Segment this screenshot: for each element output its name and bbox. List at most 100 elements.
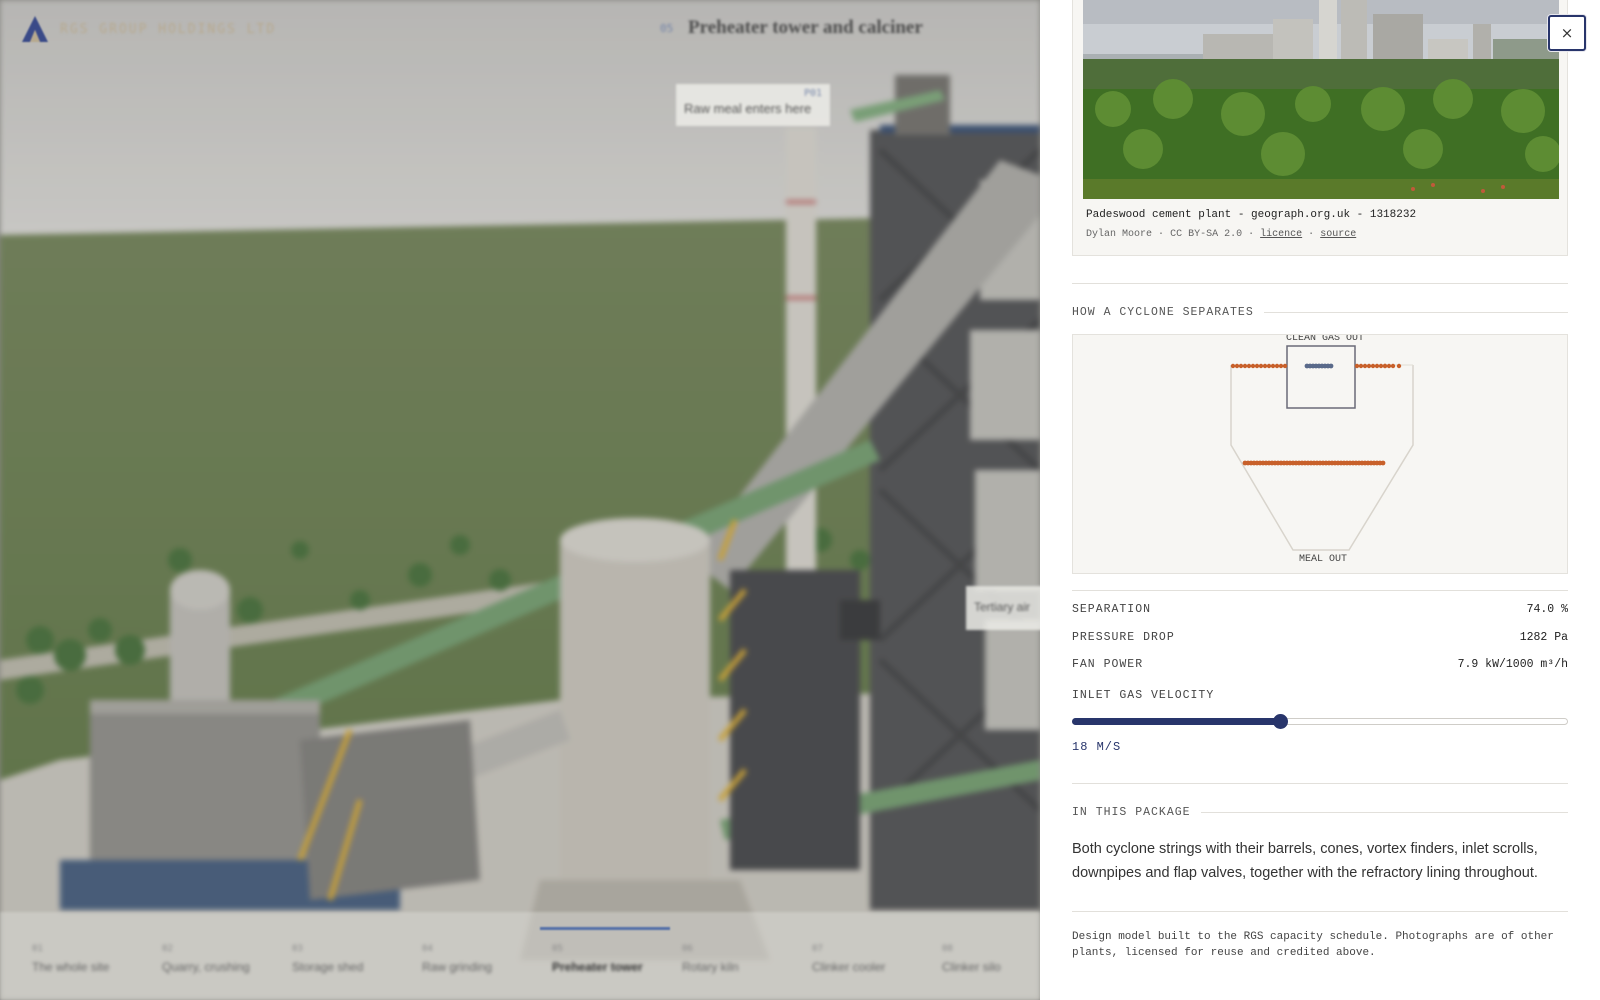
metric-value: 74.0 %: [1526, 603, 1568, 616]
source-link[interactable]: source: [1320, 229, 1356, 240]
metric-label: SEPARATION: [1072, 603, 1152, 616]
particle: [1262, 363, 1268, 369]
nav-label: The whole site: [32, 960, 110, 974]
divider: [1072, 590, 1568, 591]
scene-dim-overlay: [0, 0, 1040, 1000]
photo-caption: Padeswood cement plant - geograph.org.uk…: [1086, 209, 1417, 221]
particle: [1266, 363, 1272, 369]
nav-number: 01: [32, 944, 43, 954]
photo-license: CC BY-SA 2.0: [1170, 229, 1243, 240]
particle: [1396, 363, 1402, 369]
licence-link[interactable]: licence: [1260, 229, 1302, 240]
nav-label: Clinker cooler: [812, 960, 886, 974]
slider-thumb[interactable]: [1273, 714, 1289, 729]
detail-panel: Padeswood cement plant - geograph.org.uk…: [1040, 0, 1600, 1000]
nav-number: 05: [552, 944, 563, 954]
nav-item-raw-grinding[interactable]: 04 Raw grinding: [422, 944, 550, 974]
cyclone-diagram-svg: CLEAN GAS OUT MEAL OUT: [1230, 335, 1414, 565]
nav-label: Quarry, crushing: [162, 960, 250, 974]
particle: [1366, 363, 1372, 369]
nav-item-storage-shed[interactable]: 03 Storage shed: [292, 944, 420, 974]
nav-number: 07: [812, 944, 823, 954]
nav-item-clinker-cooler[interactable]: 07 Clinker cooler: [812, 944, 940, 974]
nav-number: 03: [292, 944, 303, 954]
particle: [1238, 363, 1244, 369]
velocity-value: 18 M/S: [1072, 740, 1122, 754]
package-description: Both cyclone strings with their barrels,…: [1072, 841, 1538, 881]
photo-credit: Dylan Moore · CC BY-SA 2.0 · licence · s…: [1086, 229, 1357, 240]
particle: [1230, 363, 1236, 369]
particle: [1374, 363, 1380, 369]
brand-name: RGS GROUP HOLDINGS LTD: [60, 21, 277, 37]
nav-number: 06: [682, 944, 693, 954]
divider: [1072, 283, 1568, 284]
package-section-heading: IN THIS PACKAGE: [1072, 806, 1568, 819]
particle: [1258, 363, 1264, 369]
nav-label: Preheater tower: [552, 960, 643, 974]
vortex-finder: [1286, 345, 1356, 409]
metric-pressure-drop: PRESSURE DROP 1282 Pa: [1072, 631, 1568, 644]
callout-tertiary-air[interactable]: Tertiary air: [966, 586, 1040, 630]
particle: [1234, 363, 1240, 369]
metric-label: PRESSURE DROP: [1072, 631, 1175, 644]
close-button[interactable]: ×: [1548, 15, 1586, 51]
nav-number: 02: [162, 944, 173, 954]
particle: [1362, 363, 1368, 369]
metric-label: FAN POWER: [1072, 658, 1144, 671]
nav-label: Raw grinding: [422, 960, 493, 974]
photo-card: Padeswood cement plant - geograph.org.uk…: [1072, 0, 1568, 256]
particle: [1246, 363, 1252, 369]
particle: [1378, 363, 1384, 369]
particle: [1242, 363, 1248, 369]
active-section-indicator: [540, 927, 670, 930]
particle: [1278, 363, 1284, 369]
photo-author: Dylan Moore: [1086, 229, 1153, 240]
particle: [1282, 363, 1288, 369]
nav-item-preheater-tower[interactable]: 05 Preheater tower: [552, 944, 680, 974]
nav-item-quarry[interactable]: 02 Quarry, crushing: [162, 944, 290, 974]
nav-number: 04: [422, 944, 433, 954]
cyclone-section-heading: HOW A CYCLONE SEPARATES: [1072, 306, 1568, 319]
metric-value: 1282 Pa: [1519, 631, 1568, 644]
callout-raw-meal[interactable]: P01 Raw meal enters here: [676, 84, 830, 126]
particle: [1328, 363, 1334, 369]
metric-separation: SEPARATION 74.0 %: [1072, 603, 1568, 616]
callout-number: P01: [803, 88, 822, 99]
callout-text: Raw meal enters here: [684, 101, 812, 116]
particle: [1254, 363, 1260, 369]
cement-plant-photo: [1083, 0, 1559, 199]
slider-fill: [1072, 718, 1281, 725]
particle: [1274, 363, 1280, 369]
metric-fan-power: FAN POWER 7.9 kW/1000 m³/h: [1072, 658, 1568, 671]
particle: [1358, 363, 1364, 369]
nav-item-whole-site[interactable]: 01 The whole site: [32, 944, 160, 974]
section-number: 05: [660, 22, 674, 35]
clean-gas-out-label: CLEAN GAS OUT: [1286, 335, 1364, 344]
nav-item-rotary-kiln[interactable]: 06 Rotary kiln: [682, 944, 810, 974]
meal-out-label: MEAL OUT: [1299, 554, 1347, 565]
cyclone-diagram: CLEAN GAS OUT MEAL OUT: [1072, 334, 1568, 574]
particle: [1386, 363, 1392, 369]
footnote: Design model built to the RGS capacity s…: [1072, 931, 1554, 959]
particle: [1380, 460, 1386, 466]
inlet-velocity-slider[interactable]: [1072, 713, 1568, 729]
cyclone-body-outline: [1230, 365, 1414, 551]
particle: [1390, 363, 1396, 369]
section-heading-text: IN THIS PACKAGE: [1072, 806, 1191, 819]
meal-particles-cone: [1242, 460, 1386, 466]
velocity-slider-label: INLET GAS VELOCITY: [1072, 689, 1215, 702]
particle: [1354, 363, 1360, 369]
close-icon: ×: [1560, 24, 1574, 42]
scene-viewport[interactable]: RGS GROUP HOLDINGS LTD 05 Preheater towe…: [0, 0, 1040, 1000]
particle: [1270, 363, 1276, 369]
nav-number: 08: [942, 944, 953, 954]
nav-label: Rotary kiln: [682, 960, 739, 974]
heading-rule: [1263, 312, 1568, 313]
nav-item-clinker-silo[interactable]: 08 Clinker silo: [942, 944, 1040, 974]
particle: [1382, 363, 1388, 369]
heading-rule: [1200, 812, 1568, 813]
divider: [1072, 783, 1568, 784]
divider: [1072, 911, 1568, 912]
section-title: Preheater tower and calciner: [688, 17, 923, 38]
callout-text: Tertiary air: [974, 600, 1031, 614]
